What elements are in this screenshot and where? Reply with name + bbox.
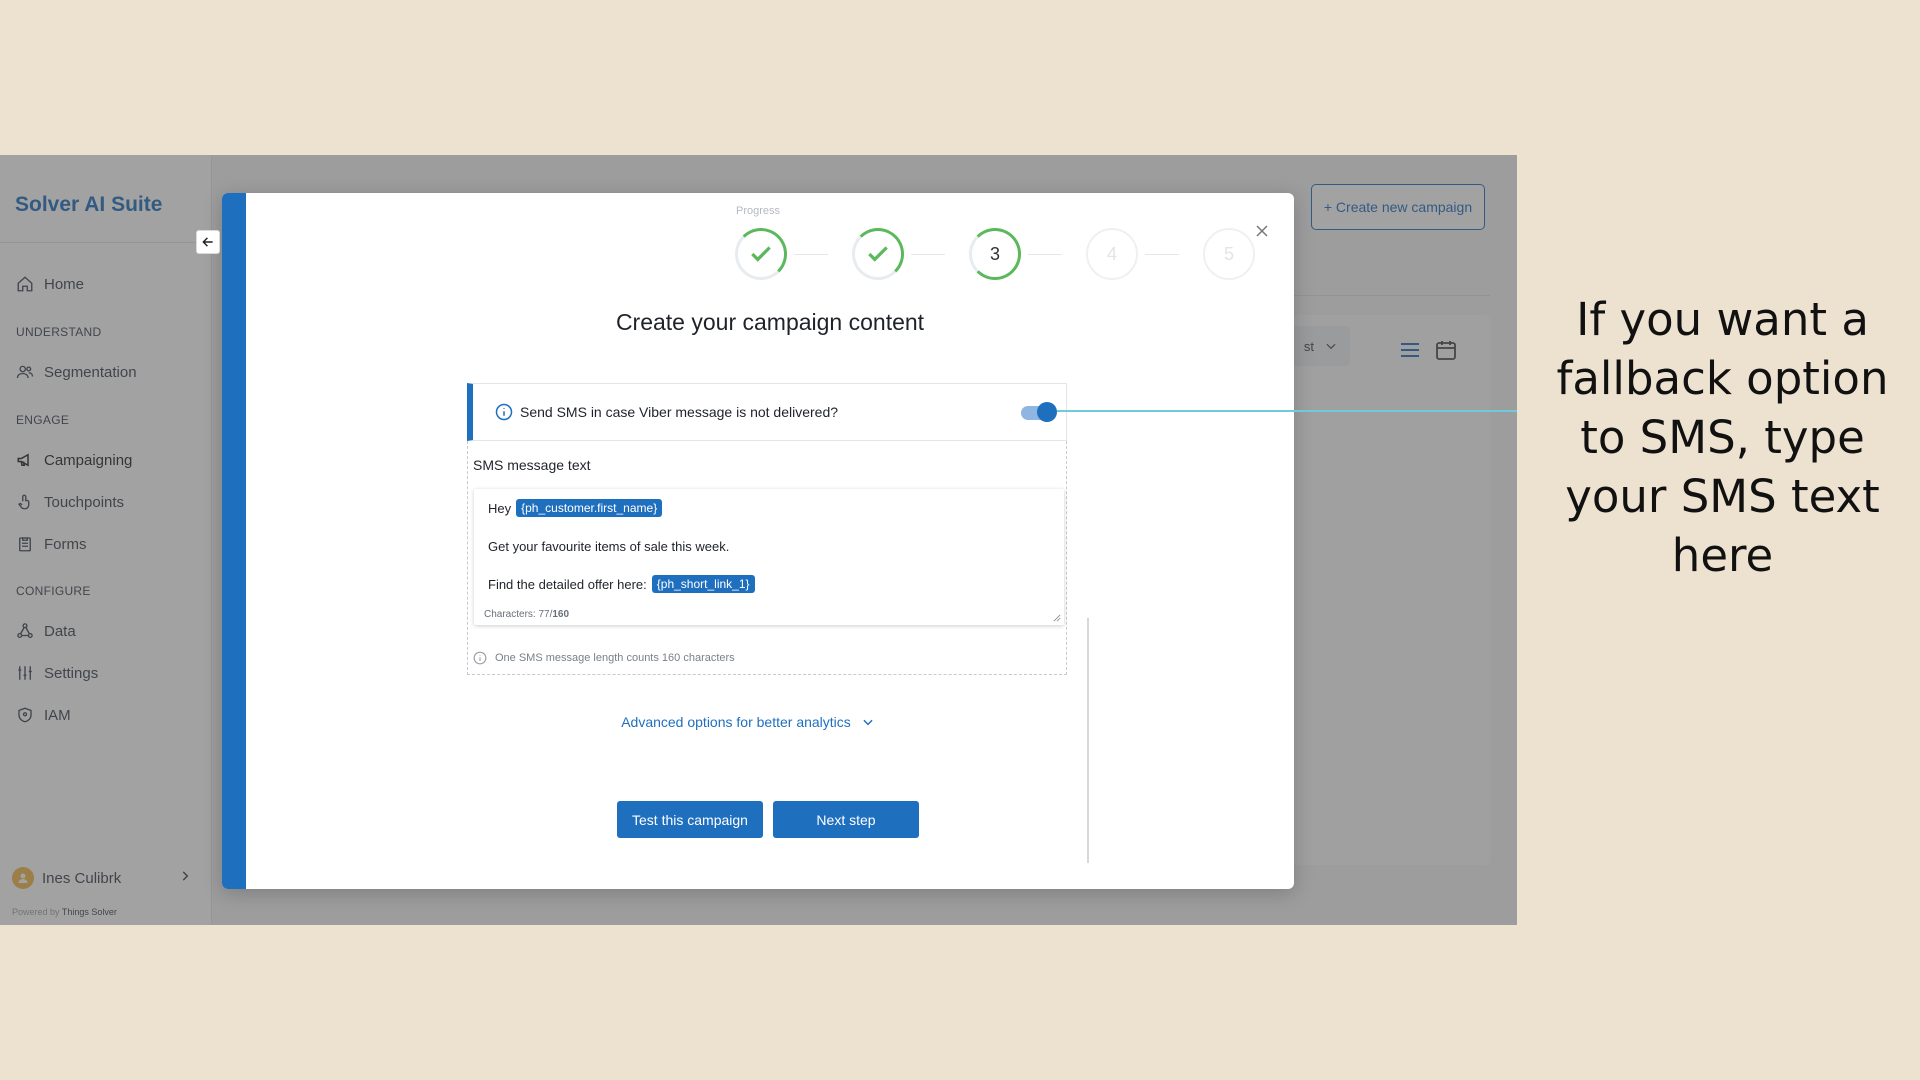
callout-annotation: If you want a fallback option to SMS, ty…	[1556, 293, 1889, 582]
sms-line: Find the detailed offer here: {ph_short_…	[488, 575, 755, 593]
modal-accent-stripe	[222, 193, 246, 889]
sms-fallback-label: Send SMS in case Viber message is not de…	[520, 404, 839, 420]
resize-handle-icon[interactable]	[1053, 614, 1061, 622]
chevron-down-icon	[863, 719, 873, 726]
step-4: 4	[1086, 228, 1138, 280]
close-icon[interactable]	[1252, 221, 1272, 241]
scrollbar[interactable]	[1087, 618, 1089, 863]
sms-message-label: SMS message text	[473, 457, 591, 473]
sms-text: Find the detailed offer here:	[488, 576, 647, 592]
sms-text: Get your favourite items of sale this we…	[488, 539, 730, 554]
checkmark-icon	[751, 246, 771, 262]
progress-label: Progress	[735, 205, 781, 217]
step-2-done[interactable]	[852, 228, 904, 280]
step-5: 5	[1203, 228, 1255, 280]
step-connector	[794, 254, 828, 255]
campaign-modal: Progress 3 4 5 Create your campaign cont…	[222, 193, 1294, 889]
placeholder-chip[interactable]: {ph_short_link_1}	[651, 575, 755, 593]
step-connector	[1028, 254, 1062, 255]
advanced-options-label: Advanced options for better analytics	[621, 714, 851, 730]
checkmark-icon	[868, 246, 888, 262]
sms-length-note: One SMS message length counts 160 charac…	[473, 651, 735, 665]
toggle-knob	[1037, 402, 1057, 422]
arrow-left-icon	[202, 237, 213, 247]
sms-line: Hey {ph_customer.first_name}	[488, 499, 663, 517]
step-connector	[1145, 254, 1179, 255]
step-3-current[interactable]: 3	[969, 228, 1021, 280]
next-step-button[interactable]: Next step	[773, 801, 919, 838]
sms-message-input[interactable]: Hey {ph_customer.first_name} Get your fa…	[474, 489, 1064, 625]
step-connector	[911, 254, 945, 255]
sms-fallback-toggle[interactable]	[1021, 402, 1057, 422]
test-campaign-button[interactable]: Test this campaign	[617, 801, 763, 838]
sms-fallback-toggle-row: Send SMS in case Viber message is not de…	[467, 383, 1067, 441]
modal-title: Create your campaign content	[615, 309, 925, 335]
sms-line: Get your favourite items of sale this we…	[488, 539, 729, 554]
placeholder-chip[interactable]: {ph_customer.first_name}	[516, 499, 663, 517]
info-icon	[473, 651, 487, 665]
sms-note-text: One SMS message length counts 160 charac…	[495, 652, 735, 664]
info-icon	[495, 403, 513, 421]
character-counter: Characters: 77/160	[484, 609, 570, 620]
callout-pointer-line	[1057, 410, 1517, 412]
advanced-options-toggle[interactable]: Advanced options for better analytics	[222, 714, 1294, 730]
sms-text: Hey	[488, 500, 512, 516]
sms-message-section: SMS message text Hey {ph_customer.first_…	[467, 441, 1067, 675]
step-1-done[interactable]	[735, 228, 787, 280]
collapse-sidebar-button[interactable]	[196, 230, 220, 254]
